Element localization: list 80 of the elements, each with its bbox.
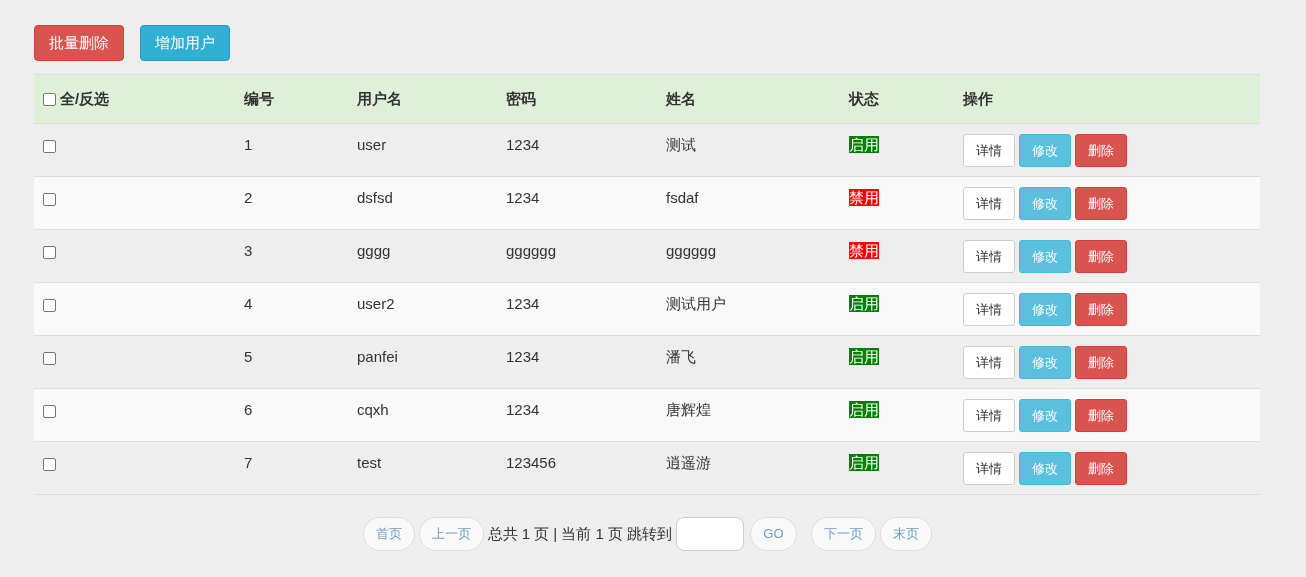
table-cell: 潘飞 bbox=[666, 348, 696, 365]
edit-button[interactable]: 修改 bbox=[1019, 346, 1071, 379]
details-button[interactable]: 详情 bbox=[963, 399, 1015, 432]
table-cell: gggggg bbox=[506, 242, 557, 259]
status-label: 启用 bbox=[849, 401, 879, 418]
checkbox[interactable] bbox=[43, 299, 56, 312]
details-button[interactable]: 详情 bbox=[963, 240, 1015, 273]
table-cell: 唐辉煌 bbox=[666, 401, 711, 418]
delete-button[interactable]: 删除 bbox=[1075, 293, 1127, 326]
table-cell: 逍遥游 bbox=[666, 454, 711, 471]
table-cell: fsdaf bbox=[666, 189, 699, 206]
table-cell: 1 bbox=[244, 136, 253, 153]
first-page-button[interactable]: 首页 bbox=[362, 517, 415, 551]
table-cell: user2 bbox=[357, 295, 395, 312]
delete-button[interactable]: 删除 bbox=[1075, 187, 1127, 220]
table-cell: 4 bbox=[244, 295, 253, 312]
status-label: 启用 bbox=[849, 295, 879, 312]
table-cell: test bbox=[357, 454, 382, 471]
page-input[interactable] bbox=[676, 517, 745, 551]
delete-button[interactable]: 删除 bbox=[1075, 399, 1127, 432]
last-page-button[interactable]: 末页 bbox=[879, 517, 932, 551]
column-header: 编号 bbox=[244, 89, 274, 107]
edit-button[interactable]: 修改 bbox=[1019, 134, 1071, 167]
page-info: 总共 1 页 | 当前 1 页 跳转到 bbox=[487, 523, 673, 544]
delete-button[interactable]: 删除 bbox=[1075, 240, 1127, 273]
table-cell: 3 bbox=[244, 242, 253, 259]
column-header: 全/反选 bbox=[60, 88, 110, 109]
column-header: 姓名 bbox=[666, 89, 696, 107]
table-cell: cqxh bbox=[357, 401, 389, 418]
table-cell: 6 bbox=[244, 401, 253, 418]
table-cell: 7 bbox=[244, 454, 253, 471]
edit-button[interactable]: 修改 bbox=[1019, 187, 1071, 220]
status-label: 启用 bbox=[849, 348, 879, 365]
status-label: 禁用 bbox=[849, 242, 879, 259]
table-cell: 1234 bbox=[506, 348, 540, 365]
add-user-button[interactable]: 增加用户 bbox=[140, 25, 230, 61]
status-label: 启用 bbox=[849, 454, 879, 471]
delete-button[interactable]: 删除 bbox=[1075, 452, 1127, 485]
details-button[interactable]: 详情 bbox=[963, 346, 1015, 379]
table-cell: dsfsd bbox=[357, 189, 393, 206]
edit-button[interactable]: 修改 bbox=[1019, 452, 1071, 485]
checkbox[interactable] bbox=[43, 193, 56, 206]
previous-page-button[interactable]: 上一页 bbox=[418, 517, 484, 551]
table-cell: 1234 bbox=[506, 189, 540, 206]
edit-button[interactable]: 修改 bbox=[1019, 293, 1071, 326]
column-header: 密码 bbox=[506, 89, 536, 107]
delete-button[interactable]: 删除 bbox=[1075, 346, 1127, 379]
details-button[interactable]: 详情 bbox=[963, 452, 1015, 485]
delete-button[interactable]: 删除 bbox=[1075, 134, 1127, 167]
column-header: 操作 bbox=[963, 89, 993, 107]
details-button[interactable]: 详情 bbox=[963, 187, 1015, 220]
edit-button[interactable]: 修改 bbox=[1019, 399, 1071, 432]
details-button[interactable]: 详情 bbox=[963, 134, 1015, 167]
table-cell: gggggg bbox=[666, 242, 717, 259]
column-header: 用户名 bbox=[357, 89, 402, 107]
details-button[interactable]: 详情 bbox=[963, 293, 1015, 326]
table-cell: 1234 bbox=[506, 295, 540, 312]
next-page-button[interactable]: 下一页 bbox=[810, 517, 876, 551]
table-cell: panfei bbox=[357, 348, 398, 365]
checkbox[interactable] bbox=[43, 352, 56, 365]
column-header: 状态 bbox=[849, 89, 879, 107]
checkbox[interactable] bbox=[43, 92, 56, 106]
checkbox[interactable] bbox=[43, 246, 56, 259]
table-cell: user bbox=[357, 136, 387, 153]
checkbox[interactable] bbox=[43, 458, 56, 471]
table-cell: gggg bbox=[357, 242, 391, 259]
edit-button[interactable]: 修改 bbox=[1019, 240, 1071, 273]
status-label: 启用 bbox=[849, 136, 879, 153]
batch-delete-button[interactable]: 批量删除 bbox=[34, 25, 124, 61]
table-cell: 1234 bbox=[506, 401, 540, 418]
table-cell: 1234 bbox=[506, 136, 540, 153]
table-cell: 测试用户 bbox=[666, 295, 726, 312]
table-cell: 测试 bbox=[666, 136, 696, 153]
go-button[interactable]: GO bbox=[750, 517, 797, 551]
checkbox[interactable] bbox=[43, 140, 56, 153]
checkbox[interactable] bbox=[43, 405, 56, 418]
table-cell: 5 bbox=[244, 348, 253, 365]
status-label: 禁用 bbox=[849, 189, 879, 206]
table-cell: 2 bbox=[244, 189, 253, 206]
table-cell: 123456 bbox=[506, 454, 557, 471]
